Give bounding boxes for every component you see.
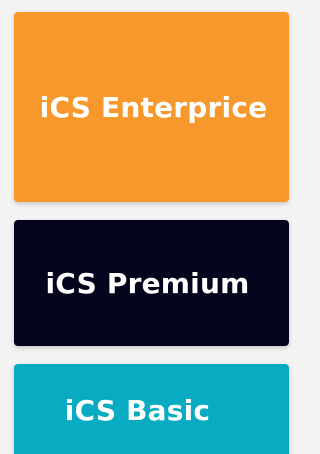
tier-card-basic[interactable]: iCS Basic [14, 364, 289, 454]
tier-label-premium: iCS Premium [45, 266, 250, 300]
tier-card-premium[interactable]: iCS Premium [14, 220, 289, 346]
plan-tier-list: iCS Enterprice iCS Premium iCS Basic [0, 0, 289, 454]
tier-label-basic: iCS Basic [64, 394, 211, 427]
tier-label-enterprise: iCS Enterprice [39, 90, 268, 124]
tier-card-enterprise[interactable]: iCS Enterprice [14, 12, 289, 202]
